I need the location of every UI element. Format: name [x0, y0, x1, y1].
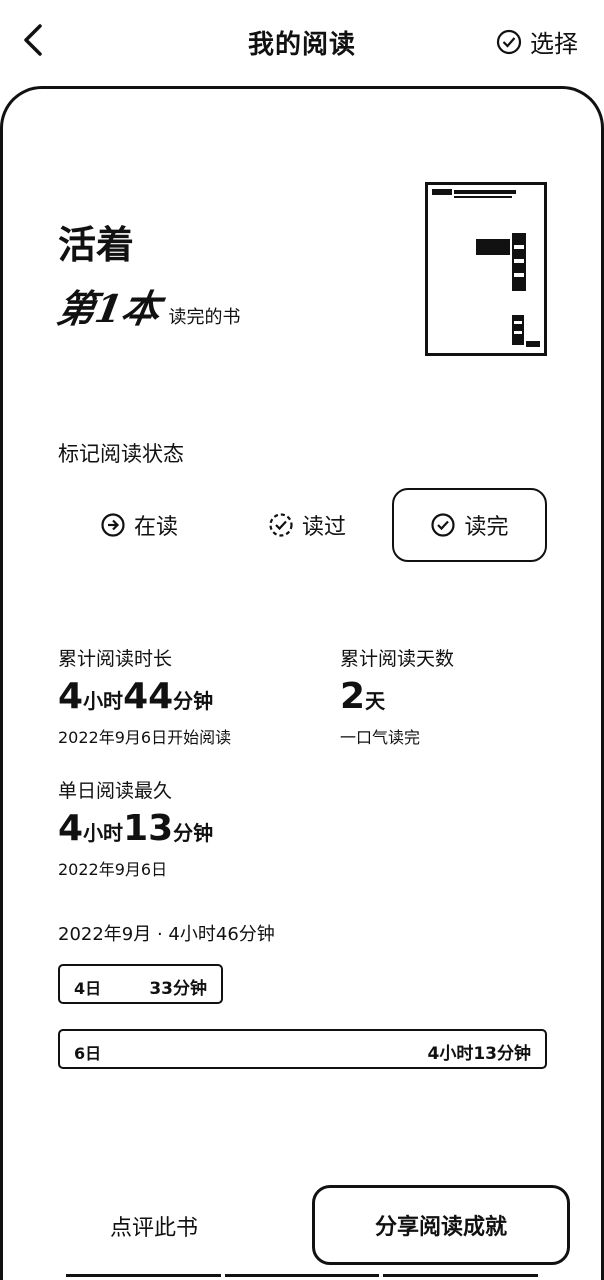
- total-time-value: 4 小时 44 分钟: [58, 676, 213, 717]
- daily-bar-date: 6日: [74, 1044, 102, 1063]
- dashed-check-circle-icon: [269, 513, 293, 537]
- total-days-label: 累计阅读天数: [340, 648, 455, 670]
- longest-day-minutes: 13: [123, 808, 174, 849]
- month-summary: 2022年9月 · 4小时46分钟: [58, 924, 275, 945]
- select-label: 选择: [530, 30, 578, 58]
- total-days-number: 2: [340, 676, 366, 717]
- longest-day-value: 4 小时 13 分钟: [58, 808, 213, 849]
- longest-day-hours-unit: 小时: [83, 821, 124, 845]
- daily-reading-bar: 6日 4小时13分钟: [58, 1029, 547, 1069]
- total-time-hours-unit: 小时: [83, 689, 124, 713]
- daily-bar-duration: 33分钟: [149, 979, 207, 999]
- book-cover[interactable]: [425, 182, 547, 356]
- book-order: 第1本 读完的书: [54, 278, 241, 333]
- top-bar: 我的阅读 选择: [0, 0, 604, 84]
- longest-day-label: 单日阅读最久: [58, 780, 173, 802]
- daily-bar-duration: 4小时13分钟: [427, 1044, 532, 1064]
- total-time-label: 累计阅读时长: [58, 648, 173, 670]
- total-days-note: 一口气读完: [340, 728, 421, 747]
- review-book-button[interactable]: 点评此书: [110, 1210, 198, 1242]
- total-time-minutes-unit: 分钟: [173, 689, 214, 713]
- total-time-hours: 4: [58, 676, 84, 717]
- status-heading: 标记阅读状态: [58, 442, 184, 466]
- select-button[interactable]: 选择: [496, 24, 578, 59]
- share-achievement-button[interactable]: 分享阅读成就: [312, 1185, 570, 1265]
- longest-day-hours: 4: [58, 808, 84, 849]
- longest-day-date: 2022年9月6日: [58, 860, 168, 879]
- total-days-unit: 天: [365, 689, 386, 713]
- longest-day-minutes-unit: 分钟: [173, 821, 214, 845]
- book-order-number: 第1本: [53, 286, 164, 331]
- check-circle-icon: [431, 513, 456, 537]
- total-days-value: 2 天: [340, 676, 385, 717]
- check-circle-icon: [496, 29, 522, 54]
- status-read-label: 读过: [301, 515, 346, 540]
- bottom-edge: [66, 1274, 539, 1280]
- arrow-right-circle-icon: [101, 513, 125, 537]
- status-read-button[interactable]: 读过: [244, 488, 370, 562]
- daily-reading-bar: 4日 33分钟: [58, 964, 223, 1004]
- status-finished-button[interactable]: 读完: [392, 488, 547, 562]
- total-time-minutes: 44: [123, 676, 174, 717]
- total-time-start-date: 2022年9月6日开始阅读: [58, 728, 232, 747]
- book-cover-art-icon: [432, 189, 540, 347]
- book-order-suffix: 读完的书: [168, 307, 241, 328]
- status-reading-button[interactable]: 在读: [76, 488, 202, 562]
- daily-bar-date: 4日: [74, 979, 102, 998]
- book-title: 活着: [58, 222, 135, 267]
- status-finished-label: 读完: [464, 515, 509, 540]
- status-reading-label: 在读: [133, 515, 178, 540]
